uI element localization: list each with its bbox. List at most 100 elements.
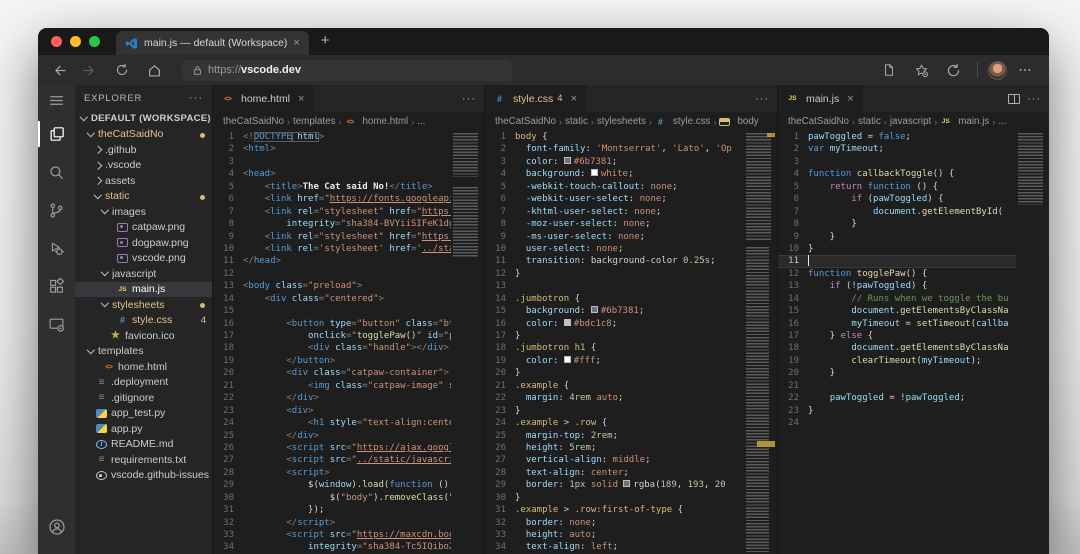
editor-tab-main-js[interactable]: JS main.js × <box>778 85 863 112</box>
breadcrumb-item-thecatsaidno[interactable]: theCatSaidNo <box>495 116 556 127</box>
tree-item-assets[interactable]: assets <box>75 173 212 189</box>
line-content: <body class="preload"> <box>243 281 363 292</box>
tree-item-vscode[interactable]: .vscode <box>75 158 212 174</box>
line-content: integrity="sha384-Tc5IQibo27qvyjSMfHjOMa… <box>308 542 484 553</box>
browser-tab[interactable]: main.js — default (Workspace) × <box>116 31 309 55</box>
tree-item-vscode-png[interactable]: vscode.png <box>75 251 212 267</box>
close-tab-icon[interactable]: × <box>298 93 304 105</box>
avatar[interactable] <box>988 60 1007 80</box>
editor-tab-home-html[interactable]: <> home.html × <box>213 85 314 112</box>
tree-item-label: catpaw.png <box>132 221 186 234</box>
breadcrumb-item-[interactable]: ... <box>417 116 425 127</box>
tree-item-app-py[interactable]: app.py <box>75 421 212 437</box>
tree-item-github[interactable]: .github <box>75 142 212 158</box>
browser-window: main.js — default (Workspace) × + https:… <box>38 28 1049 554</box>
code-editor[interactable]: 1 pawToggled = false; 2 var myTimeout; 3 4 fun… <box>778 131 1049 554</box>
tree-item-catpaw-png[interactable]: catpaw.png <box>75 220 212 236</box>
more-actions-icon[interactable]: ··· <box>462 93 476 105</box>
chevron-right-icon <box>94 145 103 154</box>
tree-item-gitignore[interactable]: ≡ .gitignore <box>75 390 212 406</box>
line-content: function callbackToggle() { <box>808 169 955 180</box>
activitybar-source-control-icon[interactable] <box>38 191 75 229</box>
tree-item-templates[interactable]: templates <box>75 344 212 360</box>
breadcrumb-item-[interactable]: ... <box>998 116 1006 127</box>
activitybar-menu-icon[interactable] <box>38 85 75 115</box>
tree-item-stylesheets[interactable]: stylesheets <box>75 297 212 313</box>
activitybar-remote-explorer-icon[interactable] <box>38 305 75 343</box>
reload-icon[interactable] <box>108 63 136 77</box>
code-line: 14 // Runs when we toggle the bu <box>778 293 1049 305</box>
breadcrumb-item-static[interactable]: static <box>858 116 881 127</box>
forward-icon[interactable] <box>74 63 102 78</box>
line-content: <div class="handle"></div> <box>308 343 449 354</box>
line-content <box>515 280 777 292</box>
reading-mode-icon[interactable] <box>875 63 903 77</box>
close-tab-icon[interactable]: × <box>847 93 853 105</box>
tree-item-dogpaw-png[interactable]: dogpaw.png <box>75 235 212 251</box>
tree-item-home-html[interactable]: <> home.html <box>75 359 212 375</box>
breadcrumb-item-style-css[interactable]: # style.css <box>655 116 711 127</box>
zoom-window-button[interactable] <box>89 36 100 47</box>
close-window-button[interactable] <box>51 36 62 47</box>
activitybar-extensions-icon[interactable] <box>38 267 75 305</box>
code-editor[interactable]: 1 body {2 font-family: 'Montserrat', 'Lat… <box>485 131 777 554</box>
tree-item-javascript[interactable]: javascript <box>75 266 212 282</box>
activitybar-explorer-icon[interactable] <box>38 115 75 153</box>
tree-item-deployment[interactable]: ≡ .deployment <box>75 375 212 391</box>
breadcrumb-item-static[interactable]: static <box>565 116 588 127</box>
split-editor-icon[interactable] <box>1008 93 1020 104</box>
tree-item-favicon-ico[interactable]: ★ favicon.ico <box>75 328 212 344</box>
minimap[interactable] <box>451 131 484 554</box>
line-number: 32 <box>223 517 234 528</box>
home-icon[interactable] <box>140 63 168 78</box>
minimap[interactable] <box>744 131 777 554</box>
breadcrumb-item-stylesheets[interactable]: stylesheets <box>597 116 646 127</box>
breadcrumb-item-thecatsaidno[interactable]: theCatSaidNo <box>223 116 284 127</box>
breadcrumb-item-home-html[interactable]: <> home.html <box>344 116 409 127</box>
editor-tab-label: style.css <box>513 92 554 105</box>
tree-item-default-workspace[interactable]: DEFAULT (WORKSPACE) <box>75 111 212 127</box>
breadcrumb-item-templates[interactable]: templates <box>293 116 335 127</box>
code-line: 13 <box>485 280 777 292</box>
profile-sync-icon[interactable] <box>939 63 967 78</box>
browser-menu-icon[interactable] <box>1011 63 1039 77</box>
line-number: 11 <box>788 256 799 267</box>
minimize-window-button[interactable] <box>70 36 81 47</box>
url-bar[interactable]: https://vscode.dev <box>182 59 512 81</box>
more-actions-icon[interactable]: ··· <box>1027 93 1041 105</box>
tree-item-readme-md[interactable]: i README.md <box>75 437 212 453</box>
code-line: 17} <box>485 330 777 342</box>
tree-item-static[interactable]: static <box>75 189 212 205</box>
line-content: // Runs when we toggle the bu <box>851 293 1009 304</box>
more-actions-icon[interactable]: ··· <box>755 93 769 105</box>
tree-item-style-css[interactable]: # style.css 4 <box>75 313 212 329</box>
back-icon[interactable] <box>46 63 74 78</box>
line-number: 12 <box>223 268 234 279</box>
activitybar-search-icon[interactable] <box>38 153 75 191</box>
new-tab-button[interactable]: + <box>321 32 330 49</box>
ruleset-icon <box>719 117 731 126</box>
explorer-more-icon[interactable]: ··· <box>189 92 203 104</box>
breadcrumb-separator: › <box>992 116 996 127</box>
breadcrumb-item-main-js[interactable]: JS main.js <box>940 116 990 127</box>
close-tab-icon[interactable]: × <box>571 93 577 105</box>
tree-item-app-test-py[interactable]: app_test.py <box>75 406 212 422</box>
close-tab-icon[interactable]: × <box>293 37 299 49</box>
code-editor[interactable]: 1 <!DOCTYPE html> 2 <html> 3 4 <head> 5 <title>… <box>213 131 484 554</box>
breadcrumb-item-body[interactable]: body <box>719 116 759 127</box>
minimap[interactable] <box>1016 131 1049 554</box>
tree-item-vscode-github-issues[interactable]: vscode.github-issues <box>75 468 212 484</box>
activitybar-run-debug-icon[interactable] <box>38 229 75 267</box>
activitybar-account-icon[interactable] <box>38 508 75 546</box>
line-content: margin-top: 2rem; <box>525 430 618 441</box>
line-number: 4 <box>793 169 799 180</box>
tree-item-main-js[interactable]: JS main.js <box>75 281 212 297</box>
breadcrumb-item-thecatsaidno[interactable]: theCatSaidNo <box>788 116 849 127</box>
favorites-settings-icon[interactable] <box>907 63 935 78</box>
code-line: 34 text-align: left; <box>485 541 777 553</box>
breadcrumb-item-javascript[interactable]: javascript <box>890 116 931 127</box>
tree-item-thecatsaidno[interactable]: theCatSaidNo <box>75 127 212 143</box>
tree-item-requirements-txt[interactable]: ≡ requirements.txt <box>75 452 212 468</box>
editor-tab-style-css[interactable]: # style.css 4 × <box>485 85 586 112</box>
tree-item-images[interactable]: images <box>75 204 212 220</box>
